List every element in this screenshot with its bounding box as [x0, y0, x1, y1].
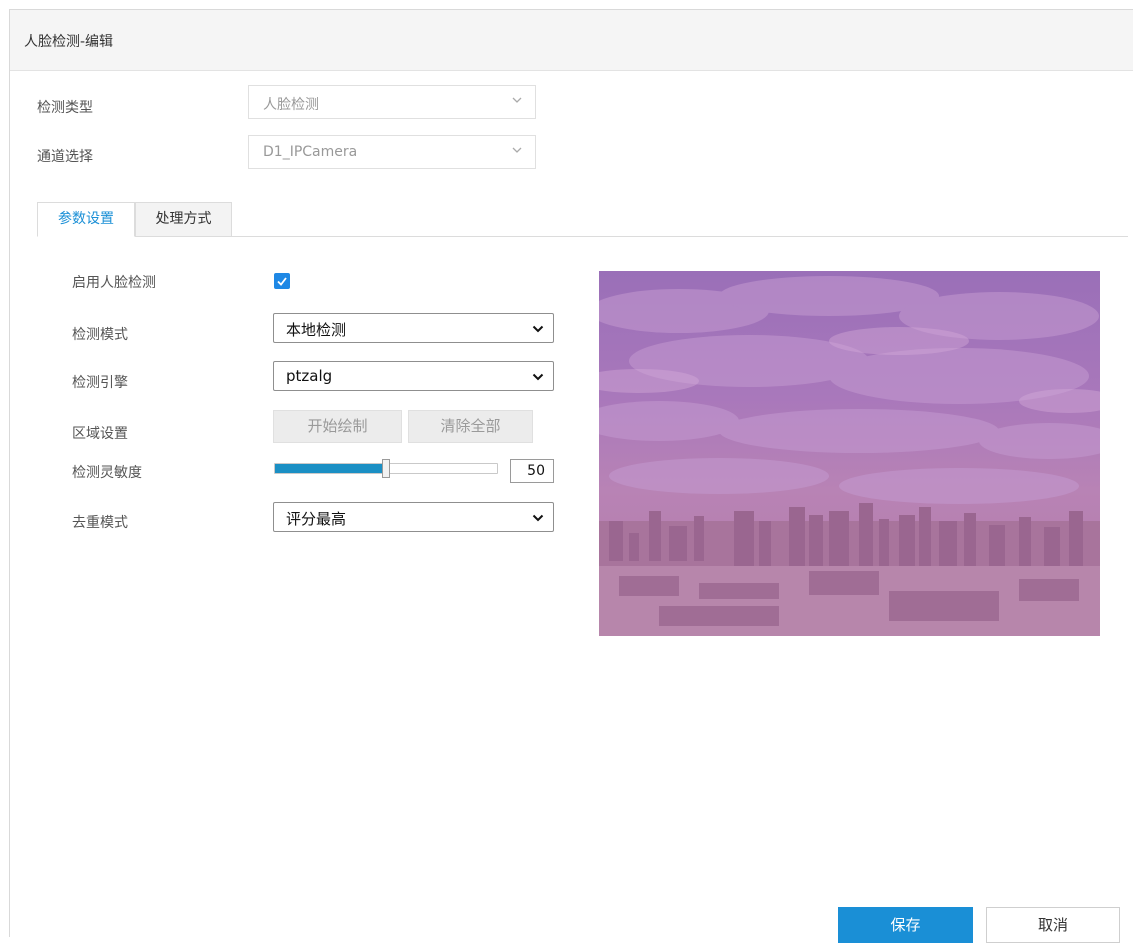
- dedup-mode-select[interactable]: 评分最高: [273, 502, 554, 532]
- chevron-down-icon: [532, 373, 544, 381]
- detection-type-select[interactable]: 人脸检测: [248, 85, 536, 119]
- tab-handling-method[interactable]: 处理方式: [135, 202, 232, 237]
- sensitivity-slider-handle[interactable]: [382, 459, 390, 478]
- checkmark-icon: [277, 277, 287, 286]
- clear-all-button[interactable]: 清除全部: [408, 410, 533, 443]
- cancel-button[interactable]: 取消: [986, 907, 1120, 943]
- detection-engine-select[interactable]: ptzalg: [273, 361, 554, 391]
- chevron-down-icon: [532, 325, 544, 333]
- chevron-down-icon: [512, 97, 522, 103]
- dedup-mode-label: 去重模式: [72, 515, 128, 531]
- page-header: 人脸检测-编辑: [10, 10, 1133, 71]
- sensitivity-label: 检测灵敏度: [72, 465, 142, 481]
- sensitivity-slider-fill: [275, 464, 387, 473]
- detection-mode-value: 本地检测: [286, 321, 347, 339]
- channel-label: 通道选择: [37, 149, 93, 165]
- enable-face-detection-label: 启用人脸检测: [72, 275, 156, 291]
- detection-mode-select[interactable]: 本地检测: [273, 313, 554, 343]
- detection-mode-label: 检测模式: [72, 327, 128, 343]
- chevron-down-icon: [532, 514, 544, 522]
- channel-value: D1_IPCamera: [263, 144, 358, 160]
- page-title: 人脸检测-编辑: [24, 34, 114, 50]
- save-button[interactable]: 保存: [838, 907, 973, 943]
- channel-select[interactable]: D1_IPCamera: [248, 135, 536, 169]
- chevron-down-icon: [512, 147, 522, 153]
- detection-type-value: 人脸检测: [263, 97, 319, 113]
- detection-engine-value: ptzalg: [286, 367, 333, 385]
- camera-preview[interactable]: [599, 271, 1100, 636]
- start-draw-button[interactable]: 开始绘制: [273, 410, 402, 443]
- detection-type-label: 检测类型: [37, 100, 93, 116]
- sensitivity-value-input[interactable]: 50: [510, 459, 554, 483]
- tab-parameter-settings[interactable]: 参数设置: [37, 202, 135, 237]
- detection-engine-label: 检测引擎: [72, 375, 128, 391]
- enable-face-detection-checkbox[interactable]: [274, 273, 290, 289]
- camera-preview-image: [599, 276, 1100, 636]
- dedup-mode-value: 评分最高: [286, 510, 347, 528]
- region-settings-label: 区域设置: [72, 426, 128, 442]
